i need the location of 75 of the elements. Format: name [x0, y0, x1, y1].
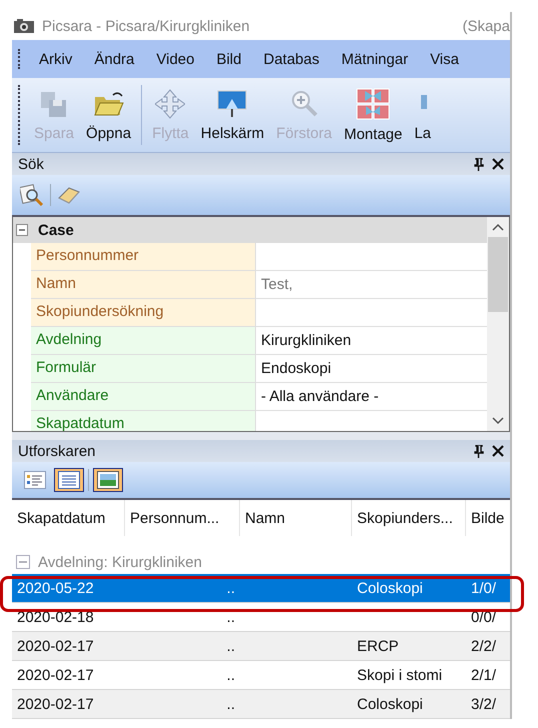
- details-view-icon: [24, 471, 46, 489]
- toolbar-button[interactable]: Montage: [338, 82, 408, 148]
- column-header[interactable]: Personnum...: [125, 500, 240, 536]
- toolbar-button[interactable]: Öppna: [80, 82, 138, 148]
- category-row[interactable]: Case: [13, 217, 487, 243]
- table-cell-text: ..: [226, 608, 236, 626]
- table-row[interactable]: 2020-02-17 .. ERCP 2/2/: [12, 632, 510, 661]
- eraser-icon[interactable]: [57, 185, 81, 205]
- property-name[interactable]: Användare: [31, 383, 256, 410]
- close-icon[interactable]: [492, 158, 504, 170]
- table-cell-text: 2020-02-18: [16, 608, 95, 626]
- monitor-icon: [216, 88, 248, 118]
- table-cell-text: 2020-05-22: [16, 580, 95, 596]
- table-cell-text: 2020-02-17: [16, 666, 95, 684]
- property-value[interactable]: Kirurgkliniken: [261, 332, 352, 349]
- butterfly-grid-icon: [356, 88, 390, 120]
- table-cell-text: Skopi i stomi: [356, 666, 444, 684]
- group-label: Avdelning: Kirurgkliniken: [38, 554, 202, 570]
- menu-item[interactable]: Bild: [205, 50, 252, 68]
- move-arrows-icon: [155, 88, 186, 118]
- window-title: Picsara - Picsara/Kirurgkliniken: [42, 18, 250, 34]
- table-row[interactable]: 2020-05-22 .. Coloskopi 1/0/: [12, 574, 510, 603]
- close-icon[interactable]: [492, 445, 504, 457]
- table-cell-text: ERCP: [356, 638, 400, 654]
- panel-title: Utforskaren: [18, 442, 96, 460]
- property-name[interactable]: Formulär: [31, 355, 256, 382]
- menu-item[interactable]: Databas: [252, 50, 330, 68]
- menu-item[interactable]: Arkiv: [28, 50, 84, 68]
- table-cell-text: ..: [226, 580, 236, 596]
- category-label: Case: [38, 222, 74, 238]
- table-cell-text: Coloskopi: [356, 580, 424, 596]
- table-cell-text: 2/1/: [470, 666, 498, 684]
- chevron-up-icon[interactable]: [492, 223, 504, 231]
- property-name[interactable]: Namn: [31, 271, 256, 298]
- table-cell-text: Coloskopi: [356, 696, 424, 712]
- window-title: (Skapa: [462, 18, 510, 34]
- search-icon[interactable]: [20, 184, 44, 206]
- menu-item[interactable]: Ändra: [83, 50, 146, 68]
- table-cell-text: 2020-02-17: [16, 638, 95, 654]
- table-cell-text: ..: [226, 638, 236, 654]
- table-cell-text: 2020-02-17: [16, 696, 95, 712]
- panel-title: Sök: [18, 156, 44, 172]
- view-button[interactable]: [93, 468, 123, 492]
- property-value[interactable]: Test,: [261, 276, 293, 293]
- property-name[interactable]: Skapatdatum: [31, 411, 256, 431]
- scrollbar[interactable]: [487, 217, 509, 431]
- column-header[interactable]: Bilde: [466, 500, 510, 536]
- table-cell-text: 3/2/: [470, 696, 498, 712]
- property-name[interactable]: Skopiundersökning: [31, 299, 256, 326]
- column-header[interactable]: Skopiunders...: [352, 500, 466, 536]
- table-cell-text: ..: [226, 666, 236, 684]
- magnifier-plus-icon: [289, 88, 320, 118]
- menu-item[interactable]: Mätningar: [330, 50, 420, 68]
- property-name[interactable]: Personnummer: [31, 243, 256, 270]
- property-value[interactable]: Endoskopi: [261, 360, 332, 377]
- toolbar-button[interactable]: Helskärm: [194, 82, 270, 148]
- menu-item[interactable]: Visa: [419, 50, 470, 68]
- table-row[interactable]: 2020-02-17 .. Coloskopi 3/2/: [12, 690, 510, 719]
- list-view-icon: [58, 471, 80, 489]
- table-cell-text: 2/2/: [470, 638, 498, 654]
- camera-icon: [14, 19, 34, 33]
- view-button[interactable]: [54, 468, 84, 492]
- toolbar-button[interactable]: La: [408, 82, 438, 148]
- column-header[interactable]: Namn: [240, 500, 352, 536]
- table-cell-text: 1/0/: [470, 580, 498, 596]
- table-cell-text: ..: [226, 696, 236, 712]
- pin-icon[interactable]: [474, 158, 484, 170]
- column-header[interactable]: Skapatdatum: [12, 500, 125, 536]
- property-name[interactable]: Avdelning: [31, 327, 256, 354]
- menu-item[interactable]: Video: [145, 50, 206, 68]
- pin-icon[interactable]: [474, 444, 484, 458]
- chevron-down-icon[interactable]: [492, 417, 504, 425]
- collapse-icon[interactable]: [16, 224, 28, 236]
- landscape-icon: [97, 471, 119, 489]
- property-value[interactable]: - Alla användare -: [261, 388, 379, 405]
